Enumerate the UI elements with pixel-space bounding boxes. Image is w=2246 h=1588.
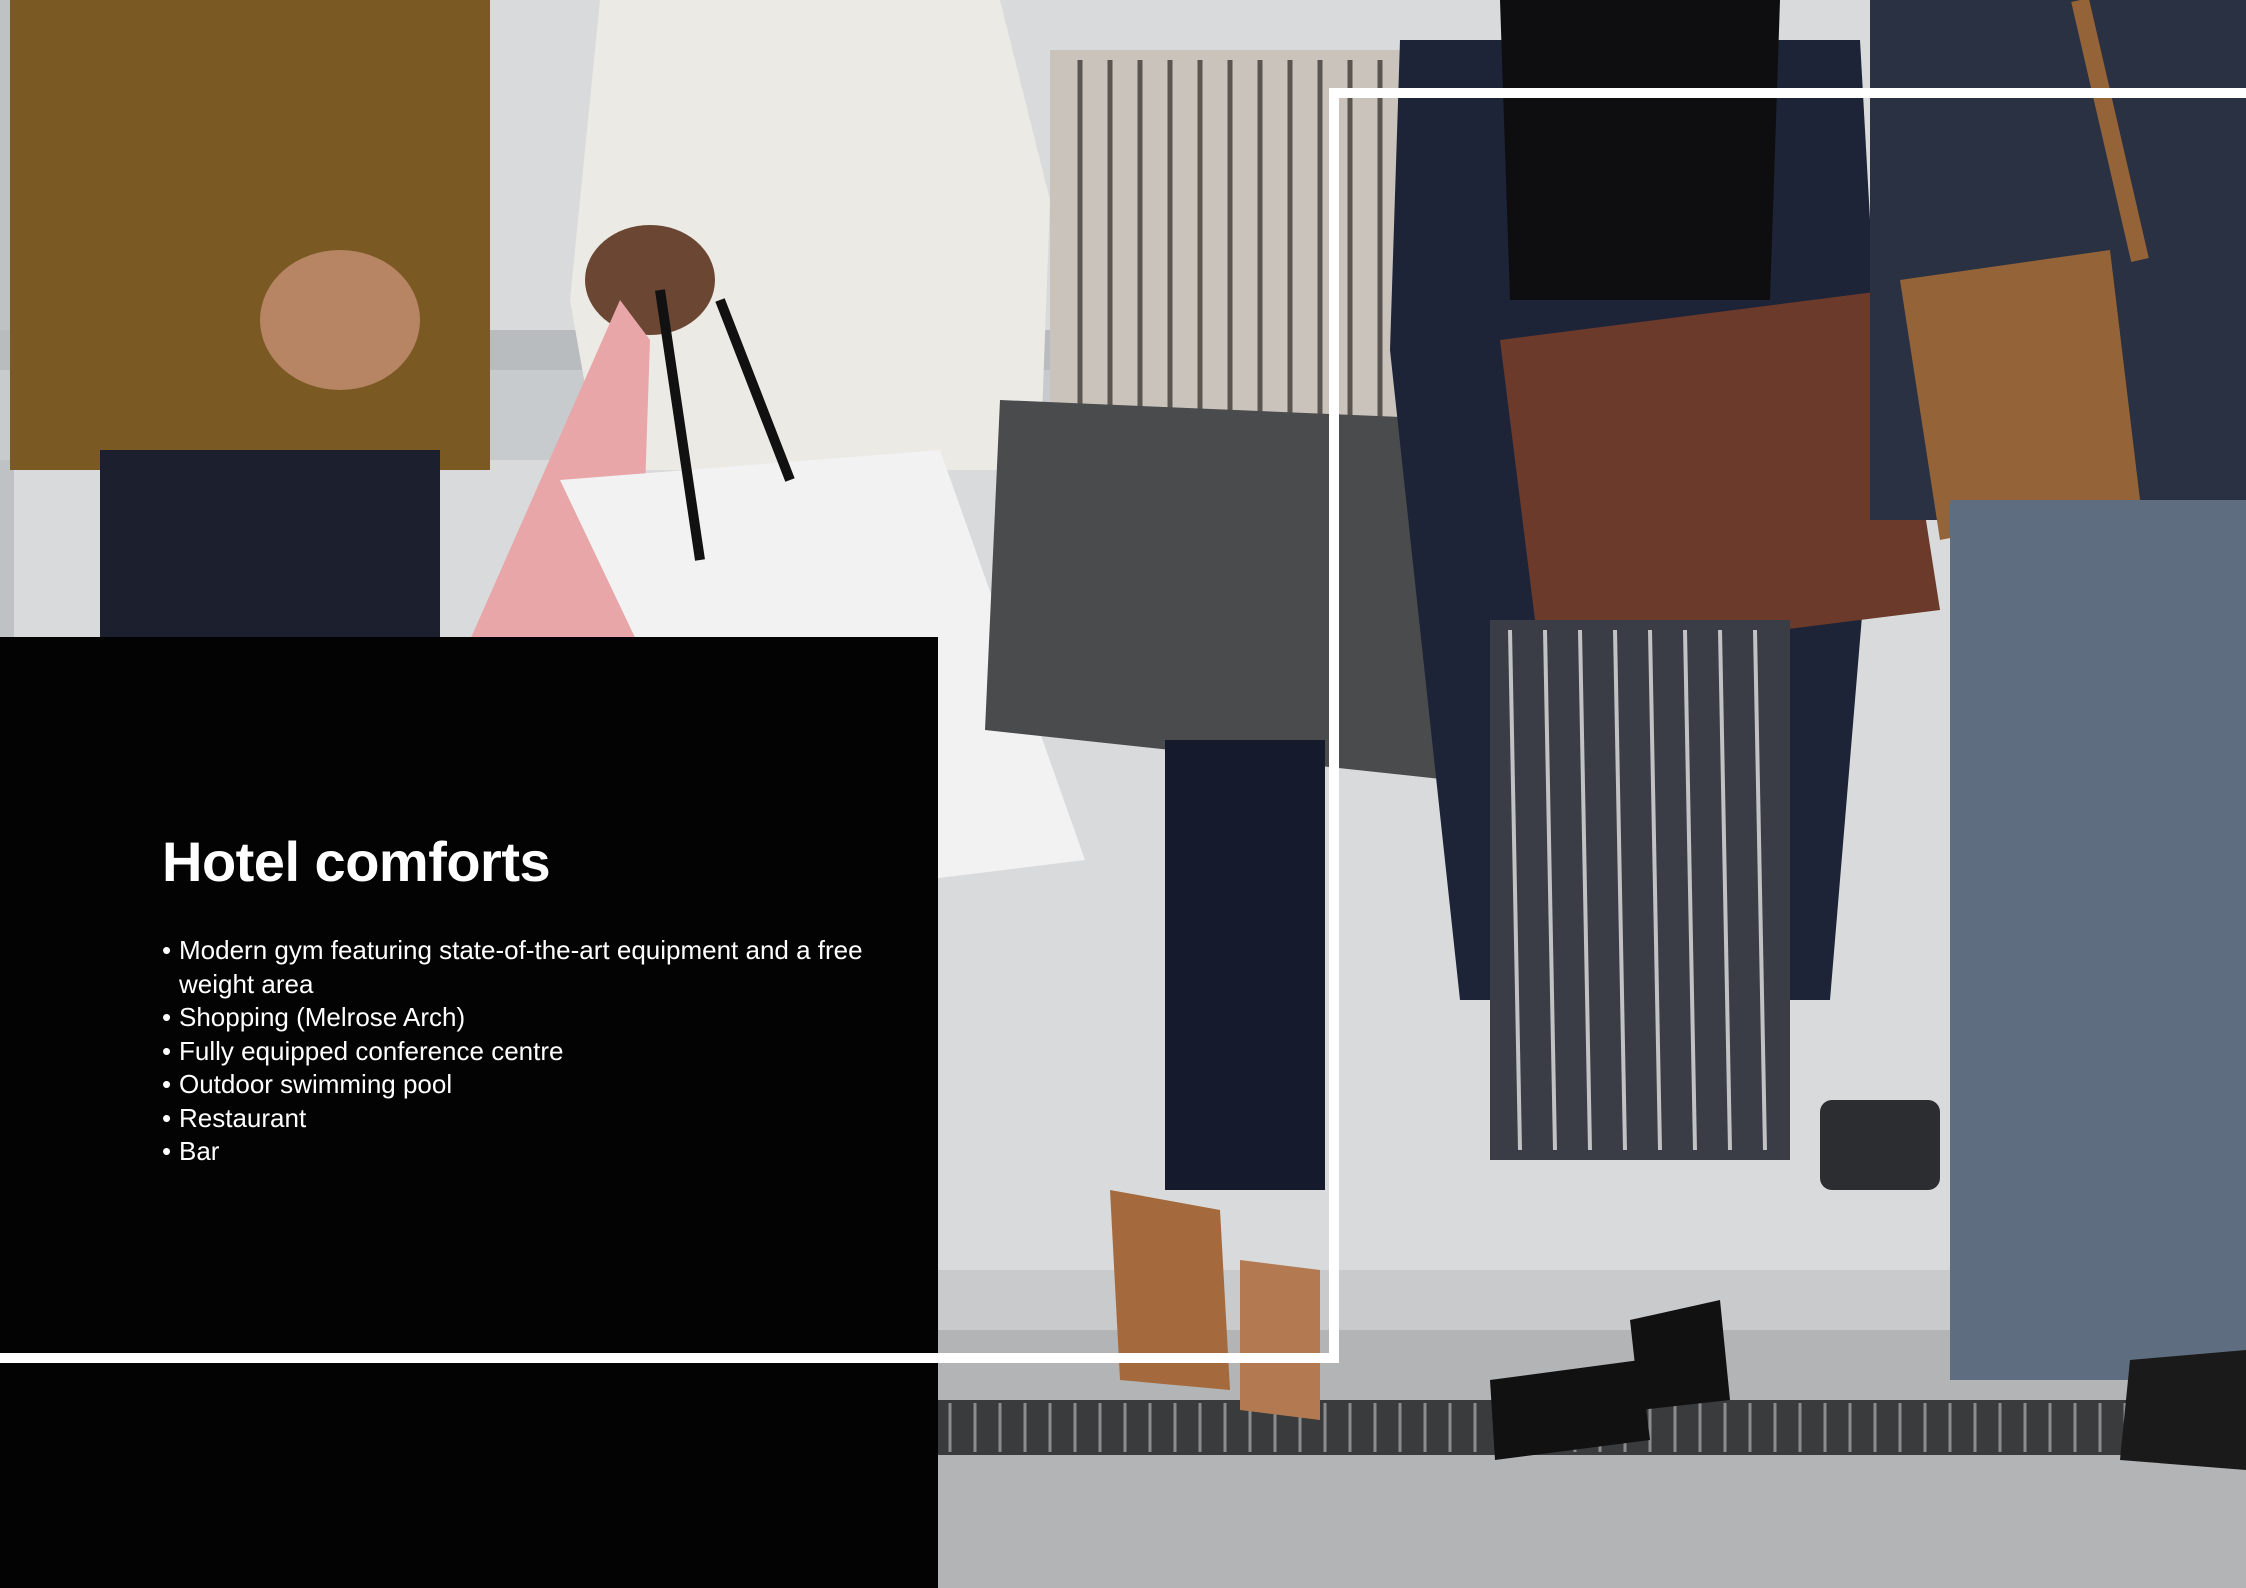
section-title: Hotel comforts xyxy=(162,830,551,893)
amenity-item: Modern gym featuring state-of-the-art eq… xyxy=(162,934,922,1001)
frame-line-left xyxy=(1329,88,1339,1363)
amenity-item: Restaurant xyxy=(162,1102,922,1136)
amenity-text: Shopping (Melrose Arch) xyxy=(179,1002,466,1033)
amenity-item: Outdoor swimming pool xyxy=(162,1068,922,1102)
frame-line-top xyxy=(1329,88,2246,98)
amenity-item: Bar xyxy=(162,1135,922,1169)
amenities-list: Modern gym featuring state-of-the-art eq… xyxy=(162,934,922,1169)
hotel-comforts-section: Hotel comforts Modern gym featuring stat… xyxy=(162,830,922,1169)
amenity-text: Outdoor swimming pool xyxy=(179,1069,453,1100)
amenity-item: Fully equipped conference centre xyxy=(162,1035,922,1069)
amenity-item: Shopping (Melrose Arch) xyxy=(162,1001,922,1035)
amenity-text: Modern gym featuring state-of-the-art eq… xyxy=(179,935,863,999)
amenity-text: Restaurant xyxy=(179,1102,307,1133)
amenity-text: Fully equipped conference centre xyxy=(179,1035,564,1066)
amenity-text: Bar xyxy=(179,1136,220,1167)
frame-line-bottom xyxy=(0,1353,1339,1363)
